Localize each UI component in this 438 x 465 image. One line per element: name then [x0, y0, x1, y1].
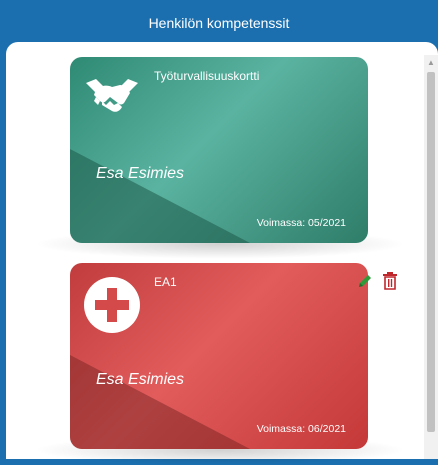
- scrollbar[interactable]: ▲: [424, 55, 438, 459]
- card-body[interactable]: Työturvallisuuskortti Esa Esimies Voimas…: [70, 57, 368, 243]
- panel-header: Henkilön kompetenssit: [0, 0, 438, 46]
- pencil-icon[interactable]: [356, 272, 374, 290]
- page-title: Henkilön kompetenssit: [148, 15, 290, 31]
- card-validity: Voimassa: 06/2021: [256, 423, 346, 435]
- handshake-icon: [86, 79, 138, 112]
- card-holder-name: Esa Esimies: [96, 371, 185, 388]
- card-validity: Voimassa: 05/2021: [256, 217, 346, 229]
- card-holder-name: Esa Esimies: [96, 165, 185, 182]
- card-body[interactable]: EA1 Esa Esimies Voimassa: 06/2021: [70, 263, 368, 449]
- medical-cross-icon: [84, 277, 140, 333]
- scroll-up-arrow-icon[interactable]: ▲: [424, 55, 438, 69]
- trash-icon[interactable]: [382, 271, 398, 291]
- scroll-thumb[interactable]: [427, 72, 435, 432]
- card-title: EA1: [154, 275, 177, 289]
- card-title: Työturvallisuuskortti: [154, 69, 260, 83]
